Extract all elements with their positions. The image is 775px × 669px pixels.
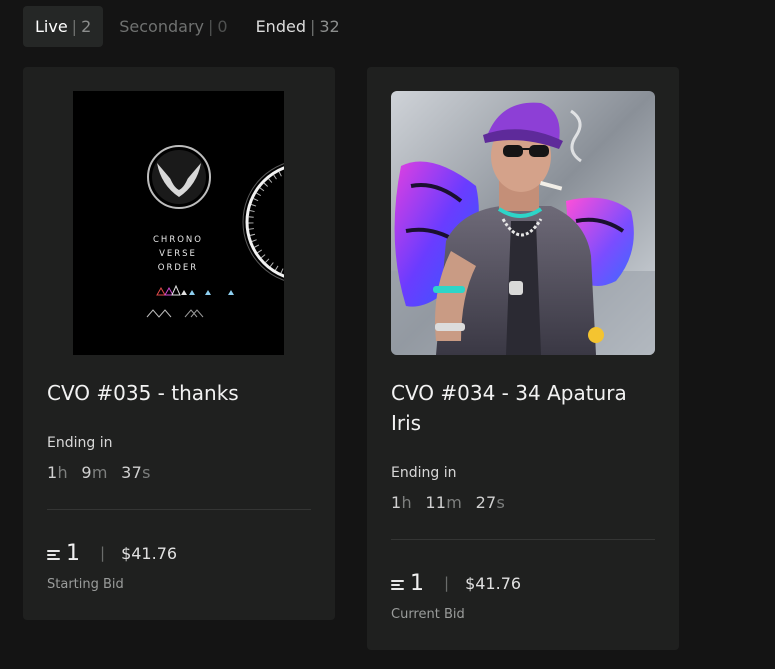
timer-seconds-unit: s: [496, 493, 506, 512]
auction-card[interactable]: CHRONO VERSE ORDER CVO #035 - thanks End…: [23, 67, 335, 620]
price-row: 1 | $41.76: [391, 568, 521, 598]
bid-amount: 1: [410, 570, 424, 596]
timer-seconds-unit: s: [142, 463, 151, 482]
tab-secondary-label: Secondary: [119, 17, 204, 36]
bid-type-label: Starting Bid: [47, 577, 124, 592]
price-separator: |: [100, 544, 106, 562]
chrono-verse-order-artwork: CHRONO VERSE ORDER: [73, 91, 284, 355]
ethereum-icon: [391, 580, 404, 592]
art-text-line-3: ORDER: [158, 263, 198, 273]
timer-seconds: 37: [121, 463, 143, 482]
price-row: 1 | $41.76: [47, 538, 177, 568]
auction-card[interactable]: CVO #034 - 34 Apatura Iris Ending in 1h …: [367, 67, 679, 650]
divider: [391, 539, 655, 540]
usd-price: $41.76: [465, 573, 522, 593]
timer-minutes: 11: [425, 493, 447, 512]
tab-ended-count: 32: [319, 17, 340, 36]
timer-minutes-unit: m: [446, 493, 463, 512]
tab-separator: |: [207, 17, 214, 36]
card-title[interactable]: CVO #035 - thanks: [47, 378, 315, 408]
timer-minutes: 9: [81, 463, 92, 482]
tab-live-count: 2: [81, 17, 92, 36]
usd-price: $41.76: [121, 543, 178, 563]
ethereum-icon: [47, 550, 60, 562]
price-separator: |: [444, 574, 450, 592]
timer-hours-unit: h: [401, 493, 412, 512]
tab-ended-label: Ended: [255, 17, 306, 36]
timer-hours-unit: h: [57, 463, 68, 482]
timer-hours: 1: [47, 463, 58, 482]
tab-secondary-count: 0: [217, 17, 228, 36]
tab-ended[interactable]: Ended | 32: [244, 6, 352, 47]
tab-secondary[interactable]: Secondary | 0: [107, 6, 239, 47]
timer-hours: 1: [391, 493, 402, 512]
auction-tabs: Live | 2 Secondary | 0 Ended | 32: [23, 6, 352, 47]
nft-artwork[interactable]: [391, 91, 655, 355]
ending-in-label: Ending in: [47, 435, 113, 451]
countdown-timer: 1h 11m 27s: [391, 493, 513, 512]
tab-separator: |: [71, 17, 78, 36]
art-text-line-1: CHRONO: [153, 235, 203, 245]
nft-artwork[interactable]: CHRONO VERSE ORDER: [73, 91, 284, 355]
tab-separator: |: [309, 17, 316, 36]
timer-minutes-unit: m: [91, 463, 108, 482]
art-text-line-2: VERSE: [159, 249, 197, 259]
apatura-iris-artwork: [391, 91, 655, 355]
bid-amount: 1: [66, 540, 80, 566]
timer-seconds: 27: [475, 493, 497, 512]
bid-type-label: Current Bid: [391, 607, 465, 622]
countdown-timer: 1h 9m 37s: [47, 463, 159, 482]
ending-in-label: Ending in: [391, 465, 457, 481]
card-title[interactable]: CVO #034 - 34 Apatura Iris: [391, 378, 659, 438]
tab-live-label: Live: [35, 17, 68, 36]
tab-live[interactable]: Live | 2: [23, 6, 104, 47]
divider: [47, 509, 311, 510]
